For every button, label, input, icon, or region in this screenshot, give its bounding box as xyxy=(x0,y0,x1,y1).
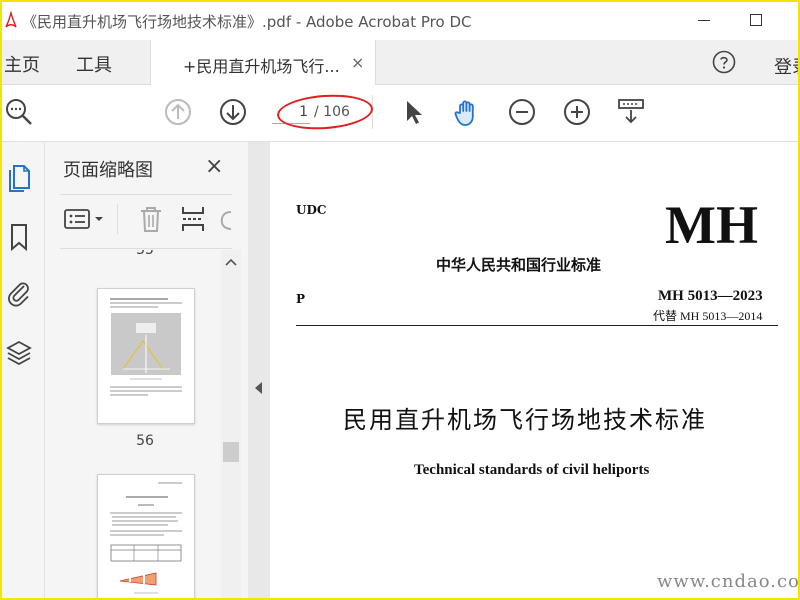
industry-standard-heading: 中华人民共和国行业标准 xyxy=(436,256,602,274)
tab-tools[interactable]: 工具 xyxy=(76,51,112,77)
delete-page-icon[interactable] xyxy=(137,204,165,234)
tab-home[interactable]: 主页 xyxy=(4,51,40,77)
scroll-up-arrow-icon[interactable] xyxy=(224,255,238,269)
window-title: 《民用直升机场飞行场地技术标准》.pdf - Adobe Acrobat Pro… xyxy=(22,13,472,31)
panel-divider xyxy=(60,194,232,195)
watermark: www.cndao.com xyxy=(657,571,800,592)
tab-document[interactable]: +民用直升机场飞行... × xyxy=(150,40,376,85)
next-page-icon[interactable] xyxy=(218,97,248,127)
title-bar: 《民用直升机场飞行场地技术标准》.pdf - Adobe Acrobat Pro… xyxy=(2,2,798,40)
minimize-button[interactable] xyxy=(692,8,716,32)
close-tab-button[interactable]: × xyxy=(351,53,364,72)
document-page: UDC MH 中华人民共和国行业标准 P MH 5013—2023 代替 MH … xyxy=(270,142,798,598)
previous-page-icon[interactable] xyxy=(163,97,193,127)
header-rule xyxy=(296,325,778,326)
insert-page-icon[interactable] xyxy=(179,204,207,234)
document-title-cn: 民用直升机场飞行场地技术标准 xyxy=(343,406,707,434)
maximize-button[interactable] xyxy=(744,8,768,32)
udc-label: UDC xyxy=(296,203,327,217)
thumbnail-page-number: 55 xyxy=(136,250,154,258)
panel-divider xyxy=(60,248,232,249)
standard-prefix: MH xyxy=(665,195,758,255)
help-icon[interactable] xyxy=(712,50,736,74)
layers-icon[interactable] xyxy=(6,338,32,368)
app-window: 《民用直升机场飞行场地技术标准》.pdf - Adobe Acrobat Pro… xyxy=(0,0,800,600)
thumbnail-scrollbar[interactable] xyxy=(221,250,241,598)
acrobat-app-icon xyxy=(5,11,17,28)
bookmark-icon[interactable] xyxy=(6,222,32,252)
options-menu-icon[interactable] xyxy=(63,204,107,234)
page-thumbnails-panel: 页面缩略图 × 55 56 xyxy=(45,142,248,598)
standard-code: MH 5013—2023 xyxy=(658,288,763,304)
thumbnail-page-number: 56 xyxy=(136,433,154,449)
thumbnail-preview xyxy=(110,298,182,396)
thumbnail-preview xyxy=(110,482,182,594)
page-thumbnail[interactable] xyxy=(97,474,195,598)
tab-bar: 主页 工具 +民用直升机场飞行... × 登录 xyxy=(2,40,798,85)
rotate-page-icon[interactable] xyxy=(219,204,233,234)
panel-toolbar-divider xyxy=(117,204,118,234)
main-toolbar: / 106 xyxy=(2,85,798,142)
document-title-en: Technical standards of civil heliports xyxy=(414,462,650,478)
zoom-in-icon[interactable] xyxy=(562,97,592,127)
attachment-icon[interactable] xyxy=(6,278,32,308)
select-cursor-icon[interactable] xyxy=(398,97,428,127)
scrolling-mode-icon[interactable] xyxy=(616,97,646,127)
left-navigation-rail xyxy=(2,142,45,598)
scrollbar-thumb[interactable] xyxy=(223,442,239,462)
zoom-out-icon[interactable] xyxy=(507,97,537,127)
hand-tool-icon[interactable] xyxy=(452,97,482,127)
collapse-panel-arrow-icon[interactable] xyxy=(255,382,262,394)
panel-splitter[interactable] xyxy=(248,142,270,598)
p-label: P xyxy=(296,292,306,306)
sign-in-link[interactable]: 登录 xyxy=(774,53,798,79)
thumbnail-list: 55 56 xyxy=(45,250,221,598)
search-icon[interactable] xyxy=(4,97,34,127)
page-thumbnail[interactable] xyxy=(97,288,195,424)
page-thumbnails-icon[interactable] xyxy=(6,162,32,192)
replaces-note: 代替 MH 5013—2014 xyxy=(653,309,763,323)
panel-title: 页面缩略图 xyxy=(63,160,153,181)
close-panel-button[interactable]: × xyxy=(205,154,223,179)
document-tab-label: +民用直升机场飞行... xyxy=(183,57,340,76)
